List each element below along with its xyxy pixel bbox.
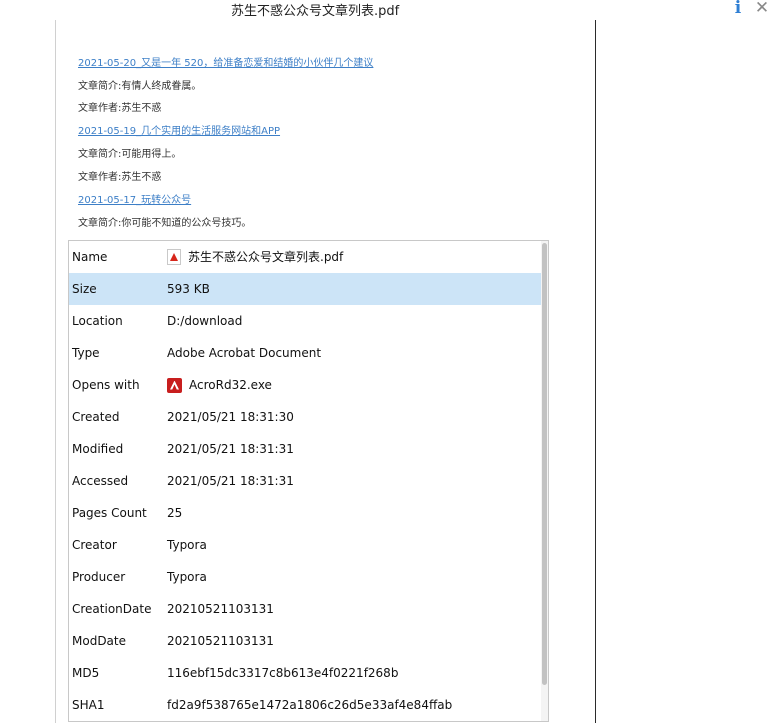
property-value: 苏生不惑公众号文章列表.pdf xyxy=(188,250,344,264)
property-row-pages-count[interactable]: Pages Count 25 xyxy=(69,497,541,529)
property-value-wrap: 2021/05/21 18:31:31 xyxy=(167,465,294,497)
property-value-wrap: D:/download xyxy=(167,305,242,337)
article-text: 文章简介:你可能不知道的公众号技巧。 xyxy=(78,218,252,229)
property-value-wrap: 20210521103131 xyxy=(167,625,274,657)
property-row-modified[interactable]: Modified 2021/05/21 18:31:31 xyxy=(69,433,541,465)
property-label: Creator xyxy=(72,538,117,552)
property-value: fd2a9f538765e1472a1806c26d5e33af4e84ffab xyxy=(167,698,453,712)
close-icon[interactable]: ✕ xyxy=(754,0,770,18)
property-value-wrap: Adobe Acrobat Document xyxy=(167,337,321,369)
article-text: 文章作者:苏生不惑 xyxy=(78,172,162,183)
property-value-wrap: 25 xyxy=(167,497,182,529)
article-link[interactable]: 2021-05-17_玩转公众号 xyxy=(78,195,191,206)
article-text: 文章简介:可能用得上。 xyxy=(78,149,182,160)
property-row-creationdate[interactable]: CreationDate 20210521103131 xyxy=(69,593,541,625)
property-label: SHA1 xyxy=(72,698,105,712)
property-label: Type xyxy=(72,346,100,360)
property-row-opens-with[interactable]: Opens with AcroRd32.exe xyxy=(69,369,541,401)
property-label: Name xyxy=(72,250,108,264)
property-value: 2021/05/21 18:31:31 xyxy=(167,442,294,456)
pdf-file-icon xyxy=(167,249,181,265)
property-value-wrap: 116ebf15dc3317c8b613e4f0221f268b xyxy=(167,657,398,689)
property-row-name[interactable]: Name 苏生不惑公众号文章列表.pdf xyxy=(69,241,541,273)
article-text: 文章简介:有情人终成眷属。 xyxy=(78,81,202,92)
window-title: 苏生不惑公众号文章列表.pdf xyxy=(231,4,400,19)
scrollbar-thumb[interactable] xyxy=(542,243,547,685)
property-row-location[interactable]: Location D:/download xyxy=(69,305,541,337)
title-bar: 苏生不惑公众号文章列表.pdf i ✕ xyxy=(0,0,773,20)
property-value-wrap: 2021/05/21 18:31:30 xyxy=(167,401,294,433)
property-value-wrap: fd2a9f538765e1472a1806c26d5e33af4e84ffab xyxy=(167,689,452,721)
property-value-wrap: 苏生不惑公众号文章列表.pdf xyxy=(167,241,343,273)
property-row-type[interactable]: Type Adobe Acrobat Document xyxy=(69,337,541,369)
property-row-md5[interactable]: MD5 116ebf15dc3317c8b613e4f0221f268b xyxy=(69,657,541,689)
article-link[interactable]: 2021-05-19_几个实用的生活服务网站和APP xyxy=(78,126,280,137)
article-link[interactable]: 2021-05-20_又是一年 520，给准备恋爱和结婚的小伙伴几个建议 xyxy=(78,58,373,69)
article-text: 文章作者:苏生不惑 xyxy=(78,103,162,114)
property-value: 25 xyxy=(167,506,183,520)
property-value: 116ebf15dc3317c8b613e4f0221f268b xyxy=(167,666,399,680)
property-label: Producer xyxy=(72,570,126,584)
property-row-creator[interactable]: Creator Typora xyxy=(69,529,541,561)
property-value-wrap: Typora xyxy=(167,561,207,593)
property-row-moddate[interactable]: ModDate 20210521103131 xyxy=(69,625,541,657)
property-value: 20210521103131 xyxy=(167,602,274,616)
properties-scrollbar[interactable] xyxy=(541,241,548,721)
property-value-wrap: AcroRd32.exe xyxy=(167,369,272,401)
property-value: 593 KB xyxy=(167,282,210,296)
property-label: Opens with xyxy=(72,378,140,392)
property-label: Size xyxy=(72,282,97,296)
property-row-sha1[interactable]: SHA1 fd2a9f538765e1472a1806c26d5e33af4e84… xyxy=(69,689,541,721)
property-row-producer[interactable]: Producer Typora xyxy=(69,561,541,593)
file-properties-panel: Name 苏生不惑公众号文章列表.pdf Size 593 KB Location D:/… xyxy=(68,240,549,722)
property-label: Modified xyxy=(72,442,124,456)
property-value: 20210521103131 xyxy=(167,634,274,648)
acrobat-reader-icon xyxy=(167,377,182,393)
property-row-accessed[interactable]: Accessed 2021/05/21 18:31:31 xyxy=(69,465,541,497)
info-icon[interactable]: i xyxy=(731,0,745,18)
property-label: Created xyxy=(72,410,120,424)
property-value: 2021/05/21 18:31:31 xyxy=(167,474,294,488)
property-label: Pages Count xyxy=(72,506,147,520)
property-value: Typora xyxy=(167,538,207,552)
property-value-wrap: 593 KB xyxy=(167,273,210,305)
property-value: D:/download xyxy=(167,314,243,328)
property-value: Adobe Acrobat Document xyxy=(167,346,322,360)
property-label: Accessed xyxy=(72,474,129,488)
property-label: ModDate xyxy=(72,634,126,648)
property-label: MD5 xyxy=(72,666,100,680)
property-row-size[interactable]: Size 593 KB xyxy=(69,273,541,305)
property-label: CreationDate xyxy=(72,602,152,616)
property-value-wrap: 2021/05/21 18:31:31 xyxy=(167,433,294,465)
property-value: 2021/05/21 18:31:30 xyxy=(167,410,294,424)
property-label: Location xyxy=(72,314,123,328)
property-value: Typora xyxy=(167,570,207,584)
property-row-created[interactable]: Created 2021/05/21 18:31:30 xyxy=(69,401,541,433)
property-value: AcroRd32.exe xyxy=(189,378,272,392)
property-value-wrap: Typora xyxy=(167,529,207,561)
property-value-wrap: 20210521103131 xyxy=(167,593,274,625)
